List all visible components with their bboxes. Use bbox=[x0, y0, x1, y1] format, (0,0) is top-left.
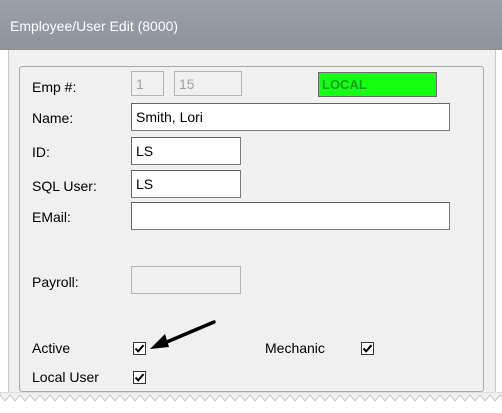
checkmark-icon bbox=[134, 373, 145, 382]
sql-user-input[interactable] bbox=[131, 170, 241, 198]
name-input[interactable] bbox=[131, 103, 450, 131]
local-user-checkbox[interactable] bbox=[133, 371, 146, 384]
checkmark-icon bbox=[134, 344, 145, 353]
sql-user-label: SQL User: bbox=[32, 178, 97, 194]
payroll-field bbox=[131, 266, 241, 294]
email-label: EMail: bbox=[32, 209, 71, 225]
window-title: Employee/User Edit (8000) bbox=[10, 18, 179, 34]
mechanic-checkbox[interactable] bbox=[361, 342, 374, 355]
name-label: Name: bbox=[32, 110, 74, 126]
window-titlebar: Employee/User Edit (8000) bbox=[0, 0, 502, 50]
active-checkbox[interactable] bbox=[133, 342, 146, 355]
emp-prefix-field bbox=[131, 71, 164, 96]
email-input[interactable] bbox=[131, 202, 450, 230]
employee-user-edit-window: Employee/User Edit (8000) Emp #: LOCAL N… bbox=[0, 0, 502, 413]
torn-edge-divider bbox=[0, 392, 502, 413]
active-label: Active bbox=[32, 340, 71, 356]
mechanic-label: Mechanic bbox=[265, 340, 325, 356]
payroll-label: Payroll: bbox=[32, 274, 79, 290]
local-user-label: Local User bbox=[32, 369, 99, 385]
id-input[interactable] bbox=[131, 137, 241, 165]
location-status-badge: LOCAL bbox=[318, 72, 437, 97]
checkmark-icon bbox=[362, 344, 373, 353]
emp-number-label: Emp #: bbox=[32, 79, 77, 95]
emp-number-field bbox=[174, 71, 242, 96]
id-label: ID: bbox=[32, 144, 50, 160]
arrow-pointer-icon bbox=[150, 320, 216, 349]
